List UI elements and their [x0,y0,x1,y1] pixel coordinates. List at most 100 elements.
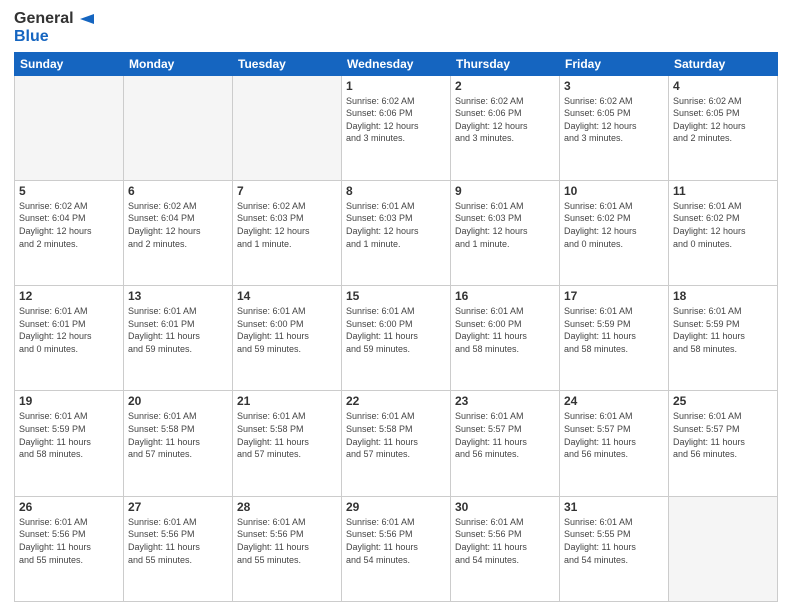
weekday-header-monday: Monday [124,52,233,75]
weekday-header-tuesday: Tuesday [233,52,342,75]
day-info: Sunrise: 6:01 AM Sunset: 6:02 PM Dayligh… [673,200,773,250]
day-number: 22 [346,394,446,408]
day-info: Sunrise: 6:01 AM Sunset: 5:58 PM Dayligh… [237,410,337,460]
day-info: Sunrise: 6:01 AM Sunset: 5:57 PM Dayligh… [455,410,555,460]
calendar-cell: 17 Sunrise: 6:01 AM Sunset: 5:59 PM Dayli… [560,286,669,391]
day-number: 3 [564,79,664,93]
day-number: 9 [455,184,555,198]
day-info: Sunrise: 6:01 AM Sunset: 6:01 PM Dayligh… [128,305,228,355]
calendar-cell: 1 Sunrise: 6:02 AM Sunset: 6:06 PM Daylig… [342,75,451,180]
week-row-0: 1 Sunrise: 6:02 AM Sunset: 6:06 PM Daylig… [15,75,778,180]
day-info: Sunrise: 6:01 AM Sunset: 5:59 PM Dayligh… [564,305,664,355]
calendar-cell [124,75,233,180]
day-info: Sunrise: 6:01 AM Sunset: 6:00 PM Dayligh… [455,305,555,355]
day-number: 24 [564,394,664,408]
calendar-cell: 27Sunrise: 6:01 AM Sunset: 5:56 PM Dayli… [124,496,233,601]
day-number: 8 [346,184,446,198]
day-info: Sunrise: 6:01 AM Sunset: 6:00 PM Dayligh… [237,305,337,355]
day-number: 2 [455,79,555,93]
calendar-cell: 13 Sunrise: 6:01 AM Sunset: 6:01 PM Dayli… [124,286,233,391]
day-info: Sunrise: 6:01 AM Sunset: 5:58 PM Dayligh… [346,410,446,460]
calendar-cell: 10 Sunrise: 6:01 AM Sunset: 6:02 PM Dayli… [560,180,669,285]
calendar-cell: 2 Sunrise: 6:02 AM Sunset: 6:06 PM Daylig… [451,75,560,180]
day-info: Sunrise: 6:01 AM Sunset: 5:57 PM Dayligh… [673,410,773,460]
day-number: 25 [673,394,773,408]
day-info: Sunrise: 6:01 AM Sunset: 6:03 PM Dayligh… [455,200,555,250]
day-number: 28 [237,500,337,514]
day-number: 21 [237,394,337,408]
day-info: Sunrise: 6:01 AM Sunset: 5:56 PM Dayligh… [19,516,119,566]
day-number: 11 [673,184,773,198]
calendar-cell: 24 Sunrise: 6:01 AM Sunset: 5:57 PM Dayli… [560,391,669,496]
calendar-cell: 14 Sunrise: 6:01 AM Sunset: 6:00 PM Dayli… [233,286,342,391]
calendar-cell [669,496,778,601]
page: General Blue SundayMondayTuesdayWednesda… [0,0,792,612]
logo-general: General [14,10,74,28]
calendar-cell [233,75,342,180]
calendar-cell: 18Sunrise: 6:01 AM Sunset: 5:59 PM Dayli… [669,286,778,391]
logo-container: General Blue [14,10,96,46]
weekday-header-row: SundayMondayTuesdayWednesdayThursdayFrid… [15,52,778,75]
calendar-cell: 29 Sunrise: 6:01 AM Sunset: 5:56 PM Dayli… [342,496,451,601]
day-info: Sunrise: 6:01 AM Sunset: 5:56 PM Dayligh… [346,516,446,566]
calendar-cell: 19 Sunrise: 6:01 AM Sunset: 5:59 PM Dayli… [15,391,124,496]
day-number: 7 [237,184,337,198]
day-number: 4 [673,79,773,93]
day-info: Sunrise: 6:01 AM Sunset: 5:56 PM Dayligh… [128,516,228,566]
calendar-cell: 31 Sunrise: 6:01 AM Sunset: 5:55 PM Dayli… [560,496,669,601]
header: General Blue [14,10,778,46]
calendar-cell: 16Sunrise: 6:01 AM Sunset: 6:00 PM Dayli… [451,286,560,391]
day-number: 29 [346,500,446,514]
day-number: 10 [564,184,664,198]
day-number: 23 [455,394,555,408]
calendar-cell: 12Sunrise: 6:01 AM Sunset: 6:01 PM Dayli… [15,286,124,391]
day-number: 13 [128,289,228,303]
day-info: Sunrise: 6:01 AM Sunset: 5:57 PM Dayligh… [564,410,664,460]
calendar-cell [15,75,124,180]
weekday-header-sunday: Sunday [15,52,124,75]
calendar-cell: 23 Sunrise: 6:01 AM Sunset: 5:57 PM Dayli… [451,391,560,496]
calendar-cell: 3 Sunrise: 6:02 AM Sunset: 6:05 PM Daylig… [560,75,669,180]
day-info: Sunrise: 6:01 AM Sunset: 5:55 PM Dayligh… [564,516,664,566]
weekday-header-wednesday: Wednesday [342,52,451,75]
day-info: Sunrise: 6:02 AM Sunset: 6:06 PM Dayligh… [346,95,446,145]
calendar-cell: 8 Sunrise: 6:01 AM Sunset: 6:03 PM Daylig… [342,180,451,285]
day-number: 1 [346,79,446,93]
weekday-header-friday: Friday [560,52,669,75]
calendar-cell: 26Sunrise: 6:01 AM Sunset: 5:56 PM Dayli… [15,496,124,601]
calendar-cell: 22 Sunrise: 6:01 AM Sunset: 5:58 PM Dayli… [342,391,451,496]
day-info: Sunrise: 6:02 AM Sunset: 6:05 PM Dayligh… [673,95,773,145]
calendar-cell: 25 Sunrise: 6:01 AM Sunset: 5:57 PM Dayli… [669,391,778,496]
calendar-table: SundayMondayTuesdayWednesdayThursdayFrid… [14,52,778,602]
day-info: Sunrise: 6:01 AM Sunset: 6:02 PM Dayligh… [564,200,664,250]
logo-blue: Blue [14,28,96,46]
calendar-cell: 11 Sunrise: 6:01 AM Sunset: 6:02 PM Dayli… [669,180,778,285]
day-number: 5 [19,184,119,198]
week-row-1: 5 Sunrise: 6:02 AM Sunset: 6:04 PM Daylig… [15,180,778,285]
calendar-cell: 7Sunrise: 6:02 AM Sunset: 6:03 PM Daylig… [233,180,342,285]
day-info: Sunrise: 6:02 AM Sunset: 6:05 PM Dayligh… [564,95,664,145]
calendar-cell: 21 Sunrise: 6:01 AM Sunset: 5:58 PM Dayli… [233,391,342,496]
day-info: Sunrise: 6:01 AM Sunset: 5:59 PM Dayligh… [19,410,119,460]
day-info: Sunrise: 6:01 AM Sunset: 5:59 PM Dayligh… [673,305,773,355]
day-info: Sunrise: 6:02 AM Sunset: 6:06 PM Dayligh… [455,95,555,145]
day-number: 15 [346,289,446,303]
week-row-2: 12Sunrise: 6:01 AM Sunset: 6:01 PM Dayli… [15,286,778,391]
day-number: 19 [19,394,119,408]
day-number: 17 [564,289,664,303]
week-row-4: 26Sunrise: 6:01 AM Sunset: 5:56 PM Dayli… [15,496,778,601]
calendar-cell: 20Sunrise: 6:01 AM Sunset: 5:58 PM Dayli… [124,391,233,496]
day-info: Sunrise: 6:02 AM Sunset: 6:04 PM Dayligh… [19,200,119,250]
day-info: Sunrise: 6:01 AM Sunset: 6:03 PM Dayligh… [346,200,446,250]
day-number: 31 [564,500,664,514]
day-number: 30 [455,500,555,514]
day-number: 20 [128,394,228,408]
calendar-cell: 5 Sunrise: 6:02 AM Sunset: 6:04 PM Daylig… [15,180,124,285]
logo: General Blue [14,10,96,46]
day-number: 14 [237,289,337,303]
day-info: Sunrise: 6:01 AM Sunset: 5:56 PM Dayligh… [237,516,337,566]
day-number: 6 [128,184,228,198]
calendar-cell: 15 Sunrise: 6:01 AM Sunset: 6:00 PM Dayli… [342,286,451,391]
day-info: Sunrise: 6:01 AM Sunset: 6:00 PM Dayligh… [346,305,446,355]
day-info: Sunrise: 6:02 AM Sunset: 6:04 PM Dayligh… [128,200,228,250]
